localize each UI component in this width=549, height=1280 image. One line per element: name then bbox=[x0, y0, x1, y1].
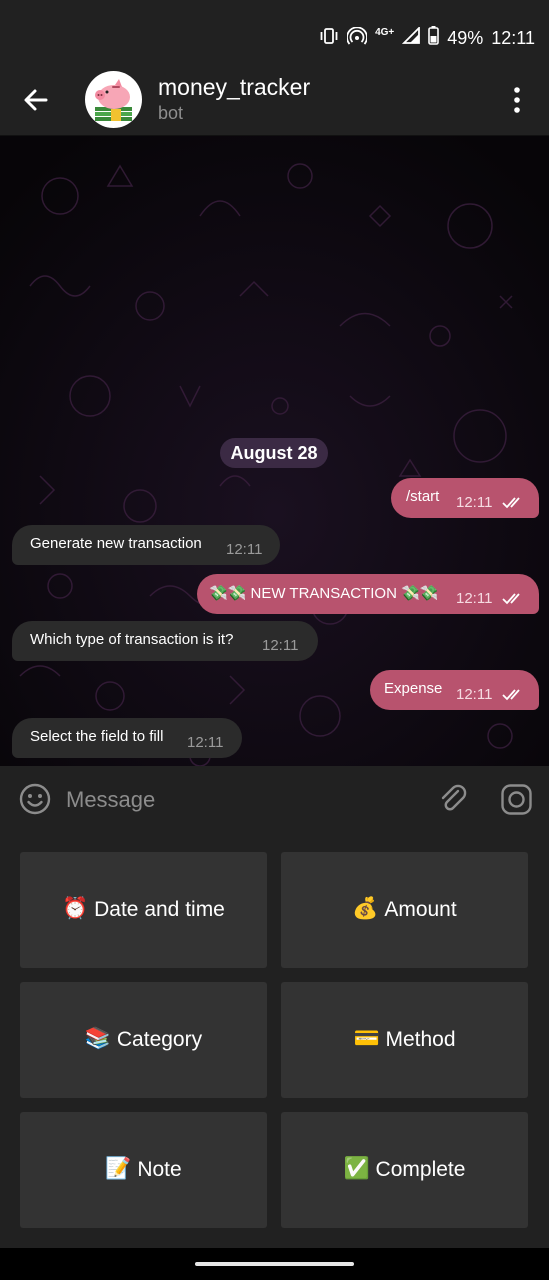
avatar[interactable] bbox=[85, 71, 142, 128]
keyboard-button-method[interactable]: 💳 Method bbox=[281, 982, 528, 1098]
message-time: 12:11 bbox=[226, 541, 263, 558]
chat-title[interactable]: money_tracker bbox=[158, 74, 310, 101]
check-mark-icon: ✅ bbox=[343, 1157, 370, 1180]
keyboard-button-note[interactable]: 📝 Note bbox=[20, 1112, 267, 1228]
message-time: 12:11 bbox=[262, 637, 299, 654]
keyboard-button-label: Category bbox=[116, 1028, 203, 1051]
keyboard-button-label: Note bbox=[137, 1158, 182, 1181]
emoji-button[interactable] bbox=[18, 782, 52, 816]
keyboard-button-label: Complete bbox=[375, 1158, 466, 1181]
battery-icon bbox=[428, 26, 440, 50]
back-button[interactable] bbox=[20, 84, 52, 116]
bot-keyboard: ⏰ Date and time 💰 Amount 📚 Category 💳 Me… bbox=[0, 834, 549, 1248]
message-bubble-outgoing[interactable]: Expense 12:11 bbox=[370, 670, 539, 710]
money-bag-icon: 💰 bbox=[352, 897, 379, 920]
keyboard-button-date-and-time[interactable]: ⏰ Date and time bbox=[20, 852, 267, 968]
system-nav-bar bbox=[0, 1248, 549, 1280]
camera-button[interactable] bbox=[500, 783, 533, 816]
credit-card-icon: 💳 bbox=[353, 1027, 380, 1050]
message-time: 12:11 bbox=[456, 494, 493, 511]
message-text: 💸💸 NEW TRANSACTION 💸💸 bbox=[209, 585, 439, 602]
message-text: Expense bbox=[384, 680, 443, 697]
message-time: 12:11 bbox=[456, 686, 493, 703]
message-bubble-outgoing[interactable]: 💸💸 NEW TRANSACTION 💸💸 12:11 bbox=[197, 574, 539, 614]
piggy-bank-icon bbox=[95, 79, 132, 121]
keyboard-button-category[interactable]: 📚 Category bbox=[20, 982, 267, 1098]
battery-percent: 49% bbox=[447, 27, 484, 48]
memo-icon: 📝 bbox=[105, 1157, 132, 1180]
message-composer bbox=[0, 766, 549, 834]
message-time: 12:11 bbox=[187, 734, 224, 751]
attach-button[interactable] bbox=[436, 782, 470, 816]
hotspot-icon bbox=[346, 25, 368, 50]
status-bar: 4G+ 49% 12:11 bbox=[0, 0, 549, 66]
date-separator: August 28 bbox=[220, 438, 328, 468]
keyboard-button-complete[interactable]: ✅ Complete bbox=[281, 1112, 528, 1228]
message-text: Select the field to fill bbox=[30, 728, 164, 745]
keyboard-button-amount[interactable]: 💰 Amount bbox=[281, 852, 528, 968]
message-text: Which type of transaction is it? bbox=[30, 631, 234, 648]
alarm-clock-icon: ⏰ bbox=[62, 897, 89, 920]
network-type: 4G+ bbox=[375, 26, 395, 38]
vibrate-icon bbox=[319, 27, 339, 49]
menu-button[interactable] bbox=[505, 86, 529, 114]
message-bubble-incoming[interactable]: Select the field to fill 12:11 bbox=[12, 718, 242, 758]
double-check-icon bbox=[502, 689, 520, 701]
message-bubble-incoming[interactable]: Generate new transaction 12:11 bbox=[12, 525, 280, 565]
message-bubble-incoming[interactable]: Which type of transaction is it? 12:11 bbox=[12, 621, 318, 661]
paperclip-icon bbox=[441, 784, 467, 811]
chat-area[interactable]: August 28 /start 12:11 Generate new tran… bbox=[0, 136, 549, 766]
books-icon: 📚 bbox=[84, 1027, 112, 1050]
camera-icon bbox=[501, 784, 532, 815]
message-time: 12:11 bbox=[456, 590, 493, 607]
chat-subtitle: bot bbox=[158, 103, 184, 123]
message-text: /start bbox=[406, 488, 440, 505]
chat-header: money_tracker bot bbox=[0, 66, 549, 136]
message-text: Generate new transaction bbox=[30, 535, 202, 552]
signal-icon bbox=[402, 25, 421, 49]
keyboard-button-label: Method bbox=[385, 1028, 456, 1051]
keyboard-button-label: Amount bbox=[384, 898, 457, 921]
arrow-left-icon bbox=[24, 89, 48, 111]
double-check-icon bbox=[502, 497, 520, 509]
emoji-icon bbox=[19, 783, 51, 815]
message-input[interactable] bbox=[66, 782, 416, 818]
status-clock: 12:11 bbox=[491, 27, 535, 48]
more-vert-icon bbox=[514, 87, 520, 113]
status-icons: 4G+ 49% 12:11 bbox=[319, 25, 535, 50]
home-indicator[interactable] bbox=[195, 1262, 354, 1266]
keyboard-button-label: Date and time bbox=[94, 898, 225, 921]
message-bubble-outgoing[interactable]: /start 12:11 bbox=[391, 478, 539, 518]
double-check-icon bbox=[502, 593, 520, 605]
